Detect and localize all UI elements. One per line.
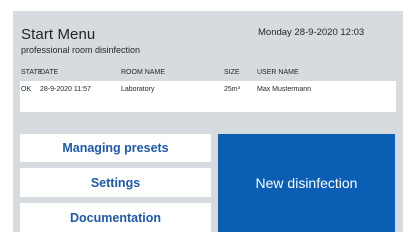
cell-size: 25m³ [224, 86, 240, 93]
settings-button[interactable]: Settings [20, 168, 211, 197]
table-row[interactable]: OK 28-9-2020 11:57 Laboratory 25m³ Max M… [21, 86, 395, 96]
managing-presets-button[interactable]: Managing presets [20, 134, 211, 162]
cell-room-name: Laboratory [121, 86, 155, 93]
cell-user-name: Max Mustermann [257, 86, 312, 93]
column-header-date: DATE [40, 69, 59, 76]
screen-bottom-edge [0, 232, 414, 252]
cell-state: OK [21, 86, 32, 93]
page-title: Start Menu [21, 26, 96, 43]
column-header-room-name: ROOM NAME [121, 69, 165, 76]
column-header-user-name: USER NAME [257, 69, 299, 76]
new-disinfection-button[interactable]: New disinfection [218, 134, 395, 232]
documentation-button[interactable]: Documentation [20, 203, 211, 232]
page-subtitle: professional room disinfection [21, 45, 141, 55]
cell-date: 28-9-2020 11:57 [40, 86, 91, 93]
datetime-display: Monday 28-9-2020 12:03 [258, 27, 365, 38]
log-table-header: STATE DATE ROOM NAME SIZE USER NAME [21, 69, 395, 79]
column-header-size: SIZE [224, 69, 240, 76]
log-table: OK 28-9-2020 11:57 Laboratory 25m³ Max M… [20, 81, 396, 112]
